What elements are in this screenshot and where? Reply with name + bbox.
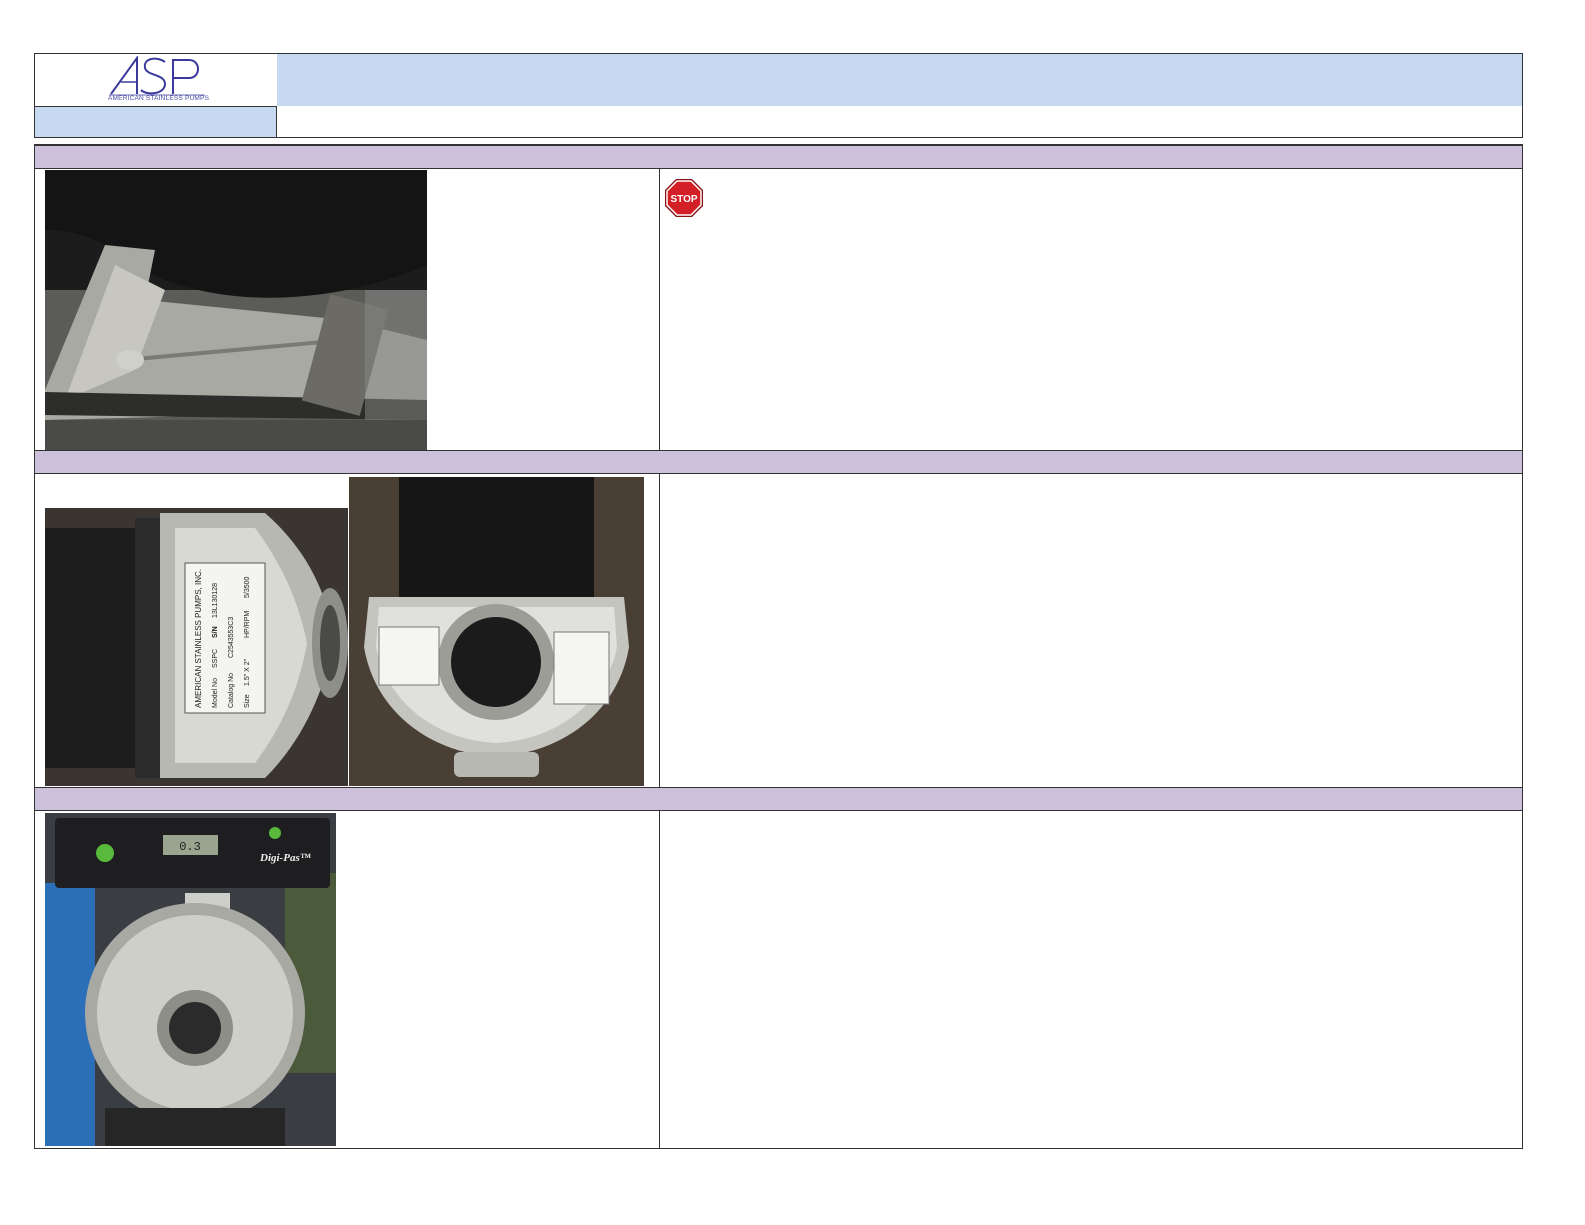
column-divider <box>659 145 660 1148</box>
nameplate-hp: 5/3500 <box>244 576 251 598</box>
logo-cell: American Stainless Pumps <box>35 54 278 106</box>
subtitle-label <box>35 106 277 137</box>
nameplate-size: 1.5" X 2" <box>244 658 251 686</box>
instruction-grid: STOP AMERICAN STAINLESS PUMPS, INC. Mode… <box>34 144 1523 1149</box>
document-title <box>277 54 1522 107</box>
photo-pump-level-check: 0.3 Digi-Pas™ <box>45 813 336 1146</box>
document-header: American Stainless Pumps <box>34 53 1523 138</box>
stop-sign-text: STOP <box>670 194 697 205</box>
photo-pump-top-view <box>349 477 644 786</box>
photo-pump-nameplate-side: AMERICAN STAINLESS PUMPS, INC. Model No … <box>45 508 348 786</box>
nameplate-company: AMERICAN STAINLESS PUMPS, INC. <box>194 569 203 708</box>
section-1-header-bar <box>35 145 1522 169</box>
subtitle-value <box>277 106 1522 137</box>
photo-motor-bracket <box>45 170 427 450</box>
stop-sign-icon: STOP <box>665 179 703 217</box>
nameplate-catalog: C2543553C3 <box>228 617 235 658</box>
nameplate-size-label: Size <box>244 694 251 708</box>
nameplate-catalog-label: Catalog No <box>228 673 235 708</box>
level-reading: 0.3 <box>179 840 201 854</box>
nameplate-sn-label: S/N <box>212 626 219 638</box>
nameplate-model: SSPC <box>212 649 219 668</box>
section-3-header-bar <box>35 787 1522 811</box>
logo-tagline: American Stainless Pumps <box>108 95 210 102</box>
level-brand: Digi-Pas™ <box>259 852 311 864</box>
nameplate-hp-label: HP/RPM <box>244 611 251 638</box>
section-2-header-bar <box>35 450 1522 474</box>
nameplate-model-label: Model No <box>212 678 219 708</box>
nameplate-sn: 13L130128 <box>212 583 219 618</box>
